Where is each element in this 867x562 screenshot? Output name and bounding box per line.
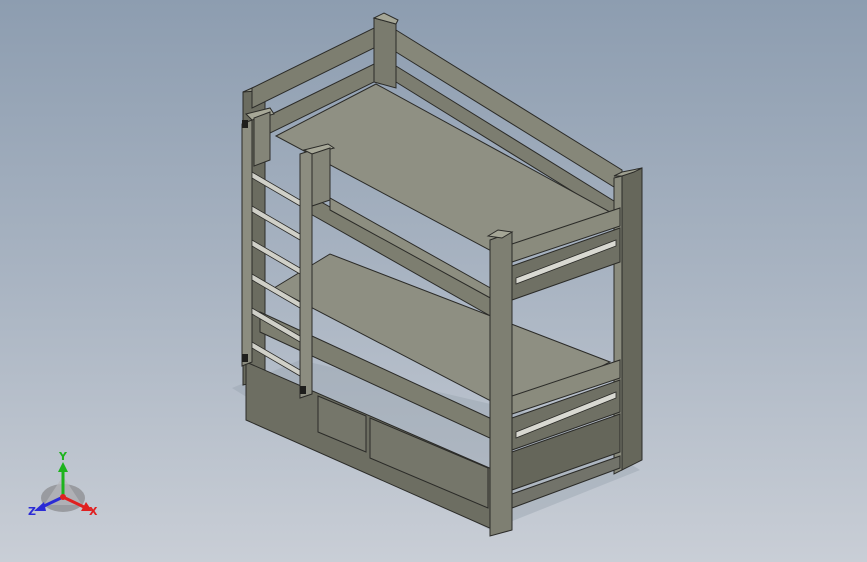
z-axis-label: Z (28, 505, 36, 518)
x-axis-label: X (89, 505, 98, 518)
3d-viewport[interactable]: Y X Z (0, 0, 867, 562)
orientation-triad[interactable]: Y X Z (0, 0, 867, 562)
y-axis-label: Y (58, 450, 68, 463)
